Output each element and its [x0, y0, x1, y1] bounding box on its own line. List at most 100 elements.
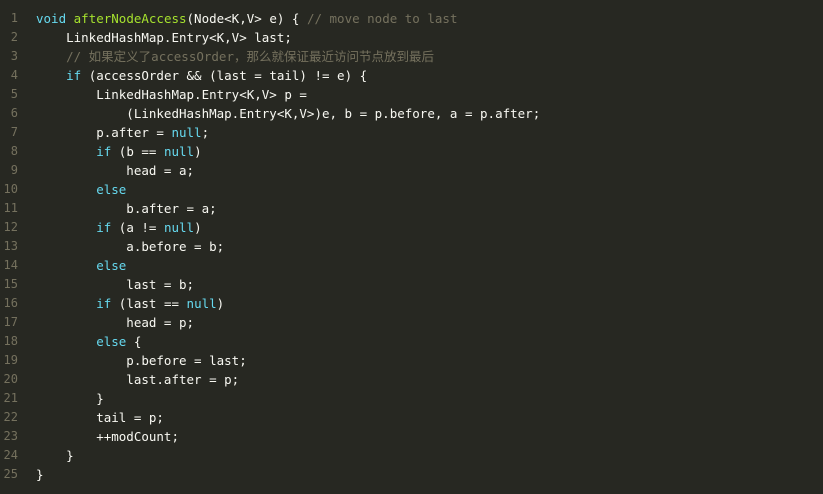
code-token: last.after = p; — [36, 372, 240, 387]
code-line[interactable]: 24 } — [0, 446, 823, 465]
code-token: p.before = last; — [36, 353, 247, 368]
code-token: last = b; — [36, 277, 195, 292]
line-number: 5 — [10, 87, 18, 101]
code-text: // 如果定义了accessOrder，那么就保证最近访问节点放到最后 — [36, 47, 434, 66]
code-token: } — [36, 391, 104, 406]
code-text: else — [36, 256, 126, 275]
code-token: a.before = b; — [36, 239, 225, 254]
code-token: (b == — [111, 144, 164, 159]
line-number: 24 — [3, 448, 18, 462]
code-line[interactable]: 12 if (a != null) — [0, 218, 823, 237]
line-number: 11 — [3, 201, 18, 215]
code-line[interactable]: 19 p.before = last; — [0, 351, 823, 370]
line-number: 17 — [3, 315, 18, 329]
keyword-token: else — [96, 258, 127, 273]
line-number: 12 — [3, 220, 18, 234]
line-number: 16 — [3, 296, 18, 310]
code-text: if (accessOrder && (last = tail) != e) { — [36, 66, 367, 85]
line-number: 20 — [3, 372, 18, 386]
line-number: 2 — [10, 30, 18, 44]
code-line[interactable]: 6 (LinkedHashMap.Entry<K,V>)e, b = p.bef… — [0, 104, 823, 123]
code-token: head = a; — [36, 163, 195, 178]
code-editor[interactable]: 1 void afterNodeAccess(Node<K,V> e) { // … — [0, 0, 823, 494]
code-token: ) — [216, 296, 225, 311]
comment-token: // 如果定义了accessOrder，那么就保证最近访问节点放到最后 — [66, 49, 434, 64]
code-line[interactable]: 13 a.before = b; — [0, 237, 823, 256]
code-token: LinkedHashMap.Entry<K,V> p = — [36, 87, 307, 102]
code-text: ++modCount; — [36, 427, 179, 446]
code-token: { — [126, 334, 142, 349]
line-number: 15 — [3, 277, 18, 291]
code-token: (a != — [111, 220, 164, 235]
code-line[interactable]: 1 void afterNodeAccess(Node<K,V> e) { // … — [0, 9, 823, 28]
keyword-token: if — [96, 144, 112, 159]
code-line[interactable]: 22 tail = p; — [0, 408, 823, 427]
code-line[interactable]: 16 if (last == null) — [0, 294, 823, 313]
code-text: } — [36, 389, 104, 408]
line-number: 18 — [3, 334, 18, 348]
code-line[interactable]: 23 ++modCount; — [0, 427, 823, 446]
code-line[interactable]: 8 if (b == null) — [0, 142, 823, 161]
code-token: b.after = a; — [36, 201, 217, 216]
keyword-token: null — [163, 220, 195, 235]
code-line[interactable]: 7 p.after = null; — [0, 123, 823, 142]
code-text: if (last == null) — [36, 294, 224, 313]
code-token: ++modCount; — [36, 429, 179, 444]
code-text: p.before = last; — [36, 351, 247, 370]
comment-token: // move node to last — [306, 11, 458, 26]
code-line[interactable]: 4 if (accessOrder && (last = tail) != e)… — [0, 66, 823, 85]
keyword-token: null — [171, 125, 202, 140]
keyword-token: if — [66, 68, 82, 83]
code-text: else — [36, 180, 126, 199]
code-line[interactable]: 17 head = p; — [0, 313, 823, 332]
line-number: 25 — [3, 467, 18, 481]
line-number: 23 — [3, 429, 18, 443]
line-number: 10 — [3, 182, 18, 196]
code-text: if (b == null) — [36, 142, 201, 161]
line-number: 4 — [10, 68, 18, 82]
code-line[interactable]: 5 LinkedHashMap.Entry<K,V> p = — [0, 85, 823, 104]
code-text: last = b; — [36, 275, 194, 294]
code-line[interactable]: 3 // 如果定义了accessOrder，那么就保证最近访问节点放到最后 — [0, 47, 823, 66]
code-line[interactable]: 11 b.after = a; — [0, 199, 823, 218]
code-token: (accessOrder && (last = tail) != e) { — [81, 68, 368, 83]
code-line[interactable]: 21 } — [0, 389, 823, 408]
code-line[interactable]: 15 last = b; — [0, 275, 823, 294]
code-line[interactable]: 20 last.after = p; — [0, 370, 823, 389]
code-token: ) — [194, 220, 202, 235]
code-line[interactable]: 14 else — [0, 256, 823, 275]
code-token: tail = p; — [36, 410, 164, 425]
line-number: 8 — [10, 144, 18, 158]
keyword-token: else — [96, 182, 127, 197]
code-line[interactable]: 10 else — [0, 180, 823, 199]
code-text: } — [36, 465, 44, 484]
code-line[interactable]: 18 else { — [0, 332, 823, 351]
line-number: 14 — [3, 258, 18, 272]
keyword-token: if — [96, 220, 112, 235]
keyword-token: else — [96, 334, 127, 349]
code-text: if (a != null) — [36, 218, 202, 237]
code-text: head = p; — [36, 313, 194, 332]
line-number: 9 — [10, 163, 18, 177]
code-token: (last == — [111, 296, 187, 311]
keyword-token: void — [36, 11, 67, 26]
keyword-token: null — [163, 144, 195, 159]
code-line[interactable]: 25} — [0, 465, 823, 484]
code-token: } — [36, 448, 74, 463]
code-token: LinkedHashMap.Entry<K,V> last; — [36, 30, 292, 45]
code-text: head = a; — [36, 161, 194, 180]
keyword-token: null — [186, 296, 217, 311]
code-line[interactable]: 9 head = a; — [0, 161, 823, 180]
code-text: else { — [36, 332, 141, 351]
code-text: a.before = b; — [36, 237, 224, 256]
code-text: LinkedHashMap.Entry<K,V> p = — [36, 85, 307, 104]
line-number: 6 — [10, 106, 18, 120]
line-number: 19 — [3, 353, 18, 367]
code-line[interactable]: 2 LinkedHashMap.Entry<K,V> last; — [0, 28, 823, 47]
